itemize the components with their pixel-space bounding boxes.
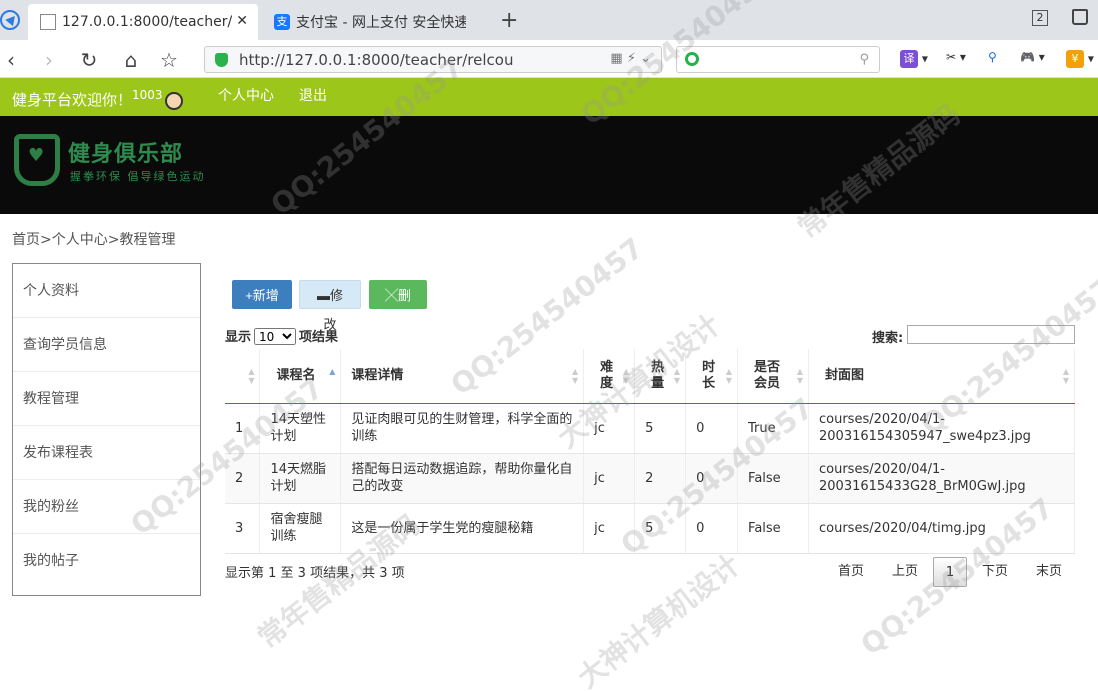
qr-icon[interactable]: ▦ ⚡ ⌄ <box>610 51 651 66</box>
translate-icon[interactable]: 译 ▾ <box>900 50 928 68</box>
shirt-icon[interactable] <box>1072 9 1088 25</box>
back-icon[interactable]: ‹ <box>0 48 22 72</box>
sort-icon: ▲ ▼ <box>571 367 579 385</box>
column-header-index[interactable]: ▲ ▼ <box>225 349 261 404</box>
page-size-select[interactable]: 10 <box>254 328 297 345</box>
watermark: 大神计算机设计 <box>571 547 747 692</box>
column-header-duration[interactable]: 时长 ▲ ▼ <box>685 349 739 404</box>
browser-search-input[interactable]: ⚲ <box>676 46 880 73</box>
column-header-calories[interactable]: 热量 ▲ ▼ <box>634 349 687 404</box>
tab-title: 127.0.0.1:8000/teacher/relc <box>62 14 232 30</box>
welcome-text: 健身平台欢迎你！1003 <box>12 88 183 110</box>
coupon-icon[interactable]: ¥ ▾ <box>1066 50 1094 68</box>
forward-icon[interactable]: › <box>38 48 60 72</box>
table-search-input[interactable] <box>907 325 1075 344</box>
column-header-course-name[interactable]: 课程名 ▲ <box>259 349 342 404</box>
pager-page-1[interactable]: 1 <box>933 557 967 587</box>
add-button[interactable]: +新增 <box>232 280 292 309</box>
navigation-arrow-icon[interactable] <box>0 10 20 30</box>
sidebar-item-query-students[interactable]: 查询学员信息 <box>13 318 200 372</box>
sort-icon: ▲ ▼ <box>673 367 681 385</box>
scissors-icon[interactable]: ✂ ▾ <box>946 50 966 68</box>
table-header-row: ▲ ▼ 课程名 ▲ 课程详情 ▲ ▼ 难度 ▲ ▼ 热量 ▲ ▼ 时长 ▲ ▼ 是否会员 ▲ ▼ 封面图… <box>225 349 1075 404</box>
sort-icon: ▲ ▼ <box>622 367 630 385</box>
breadcrumb[interactable]: 首页>个人中心>教程管理 <box>12 229 175 249</box>
edit-button[interactable]: ▬修改 <box>299 280 361 332</box>
page-size-control: 显示 10 项结果 <box>225 326 338 345</box>
document-icon <box>40 14 56 30</box>
tab-count-badge[interactable]: 2 <box>1032 10 1048 26</box>
pager-first[interactable]: 首页 <box>828 557 874 587</box>
search-label: 搜索: <box>872 331 904 346</box>
table-info: 显示第 1 至 3 项结果，共 3 项 <box>225 566 405 581</box>
tab-title: 支付宝 - 网上支付 安全快速 <box>296 15 466 31</box>
column-header-course-detail[interactable]: 课程详情 ▲ ▼ <box>340 349 585 404</box>
alipay-icon: 支 <box>274 14 290 30</box>
logo-subtitle: 握拳环保 倡导绿色运动 <box>70 170 206 183</box>
game-icon[interactable]: 🎮 ▾ <box>1020 50 1045 68</box>
delete-button[interactable]: ╳删除 <box>369 280 427 332</box>
site-banner: 健身俱乐部 握拳环保 倡导绿色运动 <box>0 116 1098 214</box>
nav-personal-center[interactable]: 个人中心 <box>218 85 274 105</box>
column-header-cover[interactable]: 封面图 ▲ ▼ <box>808 349 1075 404</box>
sidebar-item-posts[interactable]: 我的帖子 <box>13 534 200 588</box>
nav-logout[interactable]: 退出 <box>299 85 327 105</box>
search-icon[interactable]: ⚲ <box>859 52 869 67</box>
pager-next[interactable]: 下页 <box>972 557 1018 587</box>
pager-last[interactable]: 末页 <box>1026 557 1072 587</box>
column-header-member[interactable]: 是否会员 ▲ ▼ <box>737 349 809 404</box>
sort-icon: ▲ ▼ <box>248 367 255 385</box>
sort-icon: ▲ ▼ <box>725 367 733 385</box>
reload-icon[interactable]: ↻ <box>78 48 100 72</box>
star-icon[interactable]: ☆ <box>158 48 180 72</box>
magnifier-icon[interactable]: ⚲ <box>988 50 997 68</box>
logo-title: 健身俱乐部 <box>68 142 184 167</box>
address-bar: ‹ › ↻ ⌂ ☆ http://127.0.0.1:8000/teacher/… <box>0 40 1098 78</box>
sidebar-item-publish-schedule[interactable]: 发布课程表 <box>13 426 200 480</box>
close-icon[interactable]: ✕ <box>236 13 248 29</box>
user-id: 1003 <box>132 88 163 102</box>
site-top-bar: 健身平台欢迎你！1003 个人中心 退出 <box>0 78 1098 116</box>
shield-icon <box>215 53 228 67</box>
sort-icon: ▲ ▼ <box>1062 367 1069 385</box>
logo-icon <box>14 134 60 186</box>
sidebar: 个人资料 查询学员信息 教程管理 发布课程表 我的粉丝 我的帖子 <box>12 263 201 596</box>
sidebar-item-tutorial-management[interactable]: 教程管理 <box>13 372 200 426</box>
table-search-control: 搜索: <box>872 325 1075 346</box>
sort-icon: ▲ ▼ <box>796 367 803 385</box>
url-text: http://127.0.0.1:8000/teacher/relcou <box>239 50 514 69</box>
course-table: ▲ ▼ 课程名 ▲ 课程详情 ▲ ▼ 难度 ▲ ▼ 热量 ▲ ▼ 时长 ▲ ▼ 是否会员 ▲ ▼ 封面图… <box>225 349 1075 554</box>
sidebar-item-fans[interactable]: 我的粉丝 <box>13 480 200 534</box>
avatar <box>164 91 183 110</box>
table-row[interactable]: 1 14天塑性计划 见证肉眼可见的生财管理，科学全面的训练 jc 5 0 Tru… <box>225 403 1075 454</box>
pager-prev[interactable]: 上页 <box>882 557 928 587</box>
url-input[interactable]: http://127.0.0.1:8000/teacher/relcou ▦ ⚡… <box>204 46 662 73</box>
table-row[interactable]: 3 宿舍瘦腿训练 这是一份属于学生党的瘦腿秘籍 jc 5 0 False cou… <box>225 503 1075 554</box>
home-icon[interactable]: ⌂ <box>120 48 142 72</box>
new-tab-button[interactable]: + <box>500 8 518 33</box>
sidebar-item-profile[interactable]: 个人资料 <box>13 264 200 318</box>
tab-alipay[interactable]: 支 支付宝 - 网上支付 安全快速 <box>262 4 492 40</box>
column-header-difficulty[interactable]: 难度 ▲ ▼ <box>583 349 636 404</box>
browser-tab-bar: 127.0.0.1:8000/teacher/relc ✕ 支 支付宝 - 网上… <box>0 0 1098 40</box>
tab-teacher-relcou[interactable]: 127.0.0.1:8000/teacher/relc ✕ <box>28 4 258 40</box>
table-row[interactable]: 2 14天燃脂计划 搭配每日运动数据追踪，帮助你量化自己的改变 jc 2 0 F… <box>225 453 1075 504</box>
sort-asc-icon: ▲ <box>329 367 336 376</box>
search-engine-icon <box>685 52 699 66</box>
